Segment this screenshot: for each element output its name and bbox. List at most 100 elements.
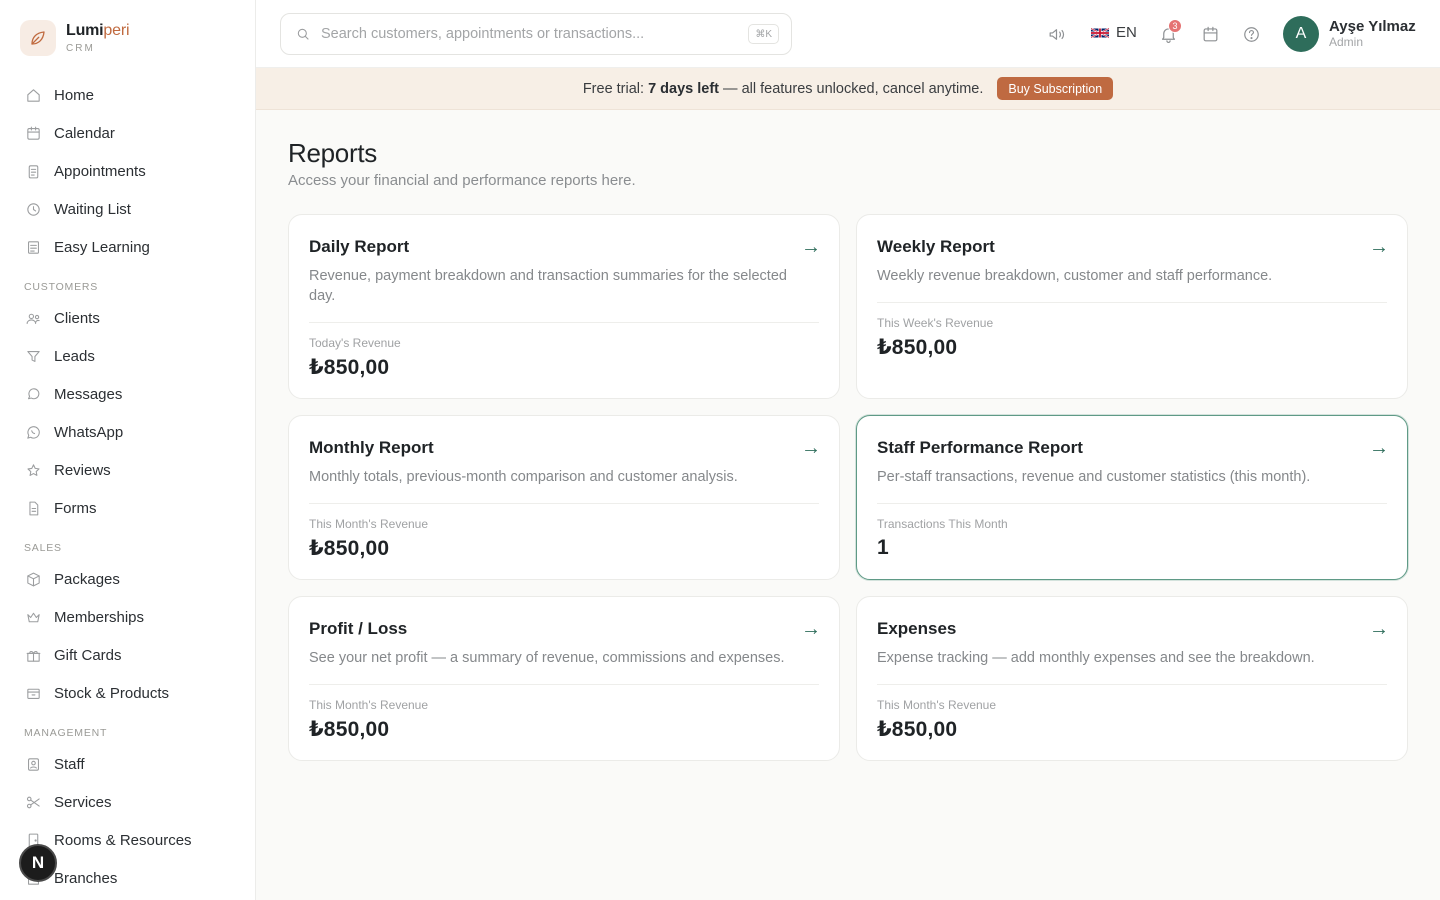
- sidebar-item-label: Easy Learning: [54, 238, 150, 256]
- users-icon: [24, 309, 42, 327]
- arrow-right-icon[interactable]: →: [801, 237, 821, 257]
- sidebar-item-label: Calendar: [54, 124, 115, 142]
- section-management: MANAGEMENT: [24, 727, 108, 739]
- sidebar-item-label: Appointments: [54, 162, 146, 180]
- trial-days-left: 7 days left: [648, 80, 720, 97]
- user-menu[interactable]: A Ayşe Yılmaz Admin: [1283, 16, 1416, 52]
- report-card-staff-performance[interactable]: Staff Performance Report → Per-staff tra…: [856, 415, 1408, 580]
- star-icon: [24, 461, 42, 479]
- search-input[interactable]: [321, 26, 741, 42]
- sidebar-item-stock-products[interactable]: Stock & Products: [0, 674, 255, 712]
- notification-badge: 3: [1168, 19, 1182, 33]
- sidebar-item-label: Gift Cards: [54, 646, 122, 664]
- card-metric-label: Transactions This Month: [877, 517, 1008, 531]
- sidebar-item-label: Reviews: [54, 461, 111, 479]
- card-metric-value: 1: [877, 536, 889, 559]
- search-icon: [297, 28, 309, 40]
- card-metric-value: ₺850,00: [877, 336, 958, 359]
- sidebar-item-label: Waiting List: [54, 200, 131, 218]
- buy-subscription-button[interactable]: Buy Subscription: [997, 77, 1114, 100]
- card-title: Monthly Report: [309, 438, 434, 457]
- user-name: Ayşe Yılmaz: [1329, 18, 1416, 36]
- user-role: Admin: [1329, 34, 1364, 49]
- sidebar-item-label: Leads: [54, 347, 95, 365]
- leaf-logo-icon: [20, 20, 56, 56]
- sound-icon[interactable]: [1045, 23, 1067, 45]
- report-card-expenses[interactable]: Expenses → Expense tracking — add monthl…: [856, 596, 1408, 761]
- sidebar-item-forms[interactable]: Forms: [0, 489, 255, 527]
- section-sales: SALES: [24, 542, 62, 554]
- report-card-monthly[interactable]: Monthly Report → Monthly totals, previou…: [288, 415, 840, 580]
- floating-action-button[interactable]: N: [19, 844, 57, 882]
- help-button[interactable]: [1240, 23, 1262, 45]
- report-card-weekly[interactable]: Weekly Report → Weekly revenue breakdown…: [856, 214, 1408, 399]
- calendar-icon: [1203, 26, 1217, 41]
- clipboard-icon: [24, 162, 42, 180]
- clock-icon: [24, 200, 42, 218]
- sidebar-item-waiting-list[interactable]: Waiting List: [0, 190, 255, 228]
- help-icon: [1243, 26, 1259, 42]
- search-shortcut: ⌘K: [748, 24, 779, 44]
- sidebar-item-label: Branches: [54, 869, 118, 887]
- sidebar-item-label: Forms: [54, 499, 97, 517]
- card-metric-label: This Month's Revenue: [877, 698, 997, 712]
- arrow-right-icon[interactable]: →: [1369, 438, 1389, 458]
- report-card-daily[interactable]: Daily Report → Revenue, payment breakdow…: [288, 214, 840, 399]
- sidebar-item-memberships[interactable]: Memberships: [0, 598, 255, 636]
- staff-icon: [24, 755, 42, 773]
- sidebar-item-home[interactable]: Home: [0, 76, 255, 114]
- sidebar: Lumiperi CRM Home Calendar Appointments …: [0, 0, 256, 900]
- divider: [309, 322, 819, 323]
- language-selector[interactable]: EN: [1091, 24, 1137, 41]
- card-description: See your net profit — a summary of reven…: [309, 650, 785, 666]
- page-title: Reports: [288, 138, 377, 168]
- report-card-profit-loss[interactable]: Profit / Loss → See your net profit — a …: [288, 596, 840, 761]
- brand-subtitle: CRM: [66, 42, 95, 54]
- crown-icon: [24, 608, 42, 626]
- calendar-button[interactable]: [1199, 23, 1221, 45]
- notifications-button[interactable]: 3: [1157, 19, 1182, 45]
- divider: [877, 503, 1387, 504]
- whatsapp-icon: [24, 423, 42, 441]
- sidebar-item-label: Stock & Products: [54, 684, 170, 702]
- arrow-right-icon[interactable]: →: [1369, 619, 1389, 639]
- sidebar-item-leads[interactable]: Leads: [0, 337, 255, 375]
- avatar: A: [1283, 16, 1319, 52]
- book-icon: [24, 238, 42, 256]
- card-metric-label: This Month's Revenue: [309, 698, 429, 712]
- card-description: Monthly totals, previous-month compariso…: [309, 469, 738, 485]
- sidebar-item-services[interactable]: Services: [0, 783, 255, 821]
- sidebar-item-packages[interactable]: Packages: [0, 560, 255, 598]
- card-metric-label: Today's Revenue: [309, 336, 401, 350]
- trial-banner: Free trial: 7 days left — all features u…: [256, 68, 1440, 110]
- card-title: Expenses: [877, 619, 957, 638]
- divider: [309, 503, 819, 504]
- card-metric-value: ₺850,00: [309, 718, 390, 741]
- card-description: Weekly revenue breakdown, customer and s…: [877, 268, 1273, 284]
- divider: [877, 302, 1387, 303]
- brand[interactable]: Lumiperi CRM: [0, 0, 255, 76]
- sidebar-item-easy-learning[interactable]: Easy Learning: [0, 228, 255, 266]
- arrow-right-icon[interactable]: →: [801, 619, 821, 639]
- page-subtitle: Access your financial and performance re…: [288, 172, 636, 189]
- home-icon: [24, 86, 42, 104]
- sidebar-item-staff[interactable]: Staff: [0, 745, 255, 783]
- uk-flag-icon: [1091, 27, 1109, 38]
- sidebar-item-label: Packages: [54, 570, 120, 588]
- arrow-right-icon[interactable]: →: [801, 438, 821, 458]
- sidebar-item-reviews[interactable]: Reviews: [0, 451, 255, 489]
- sidebar-item-label: Services: [54, 793, 112, 811]
- arrow-right-icon[interactable]: →: [1369, 237, 1389, 257]
- sidebar-item-label: Staff: [54, 755, 85, 773]
- language-label: EN: [1116, 24, 1137, 41]
- sidebar-item-appointments[interactable]: Appointments: [0, 152, 255, 190]
- sidebar-item-label: Memberships: [54, 608, 145, 626]
- sidebar-item-calendar[interactable]: Calendar: [0, 114, 255, 152]
- sidebar-item-messages[interactable]: Messages: [0, 375, 255, 413]
- form-icon: [24, 499, 42, 517]
- search-bar[interactable]: ⌘K: [280, 13, 792, 55]
- trial-suffix: — all features unlocked, cancel anytime.: [723, 80, 984, 97]
- sidebar-item-clients[interactable]: Clients: [0, 299, 255, 337]
- sidebar-item-gift-cards[interactable]: Gift Cards: [0, 636, 255, 674]
- sidebar-item-whatsapp[interactable]: WhatsApp: [0, 413, 255, 451]
